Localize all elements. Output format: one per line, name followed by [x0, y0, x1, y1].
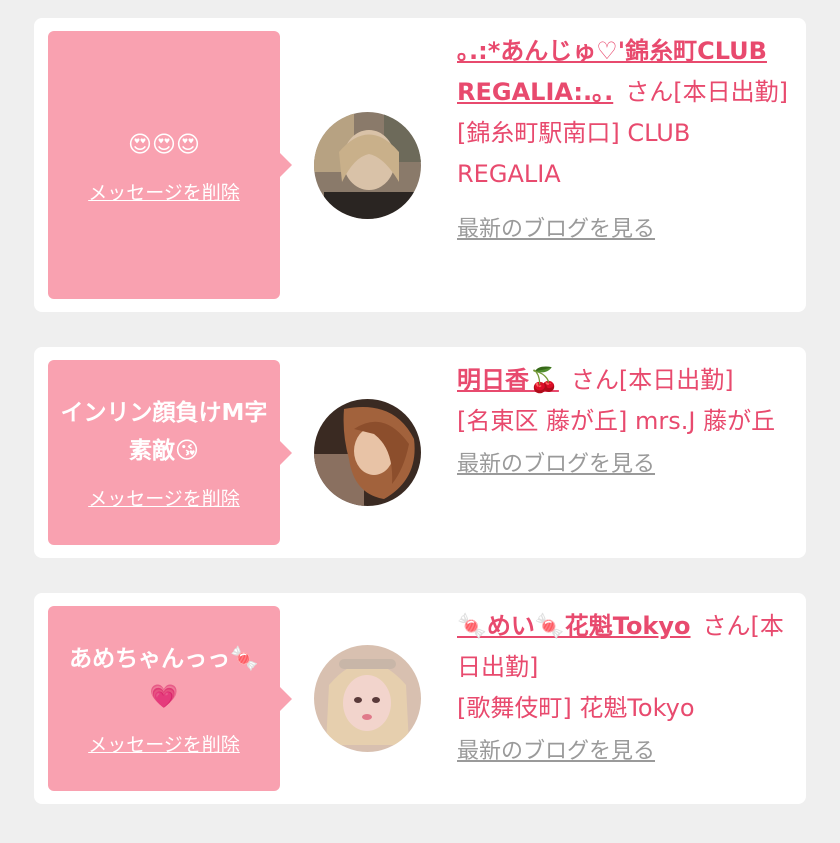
avatar[interactable]: [314, 645, 421, 752]
delete-message-link[interactable]: メッセージを削除: [88, 730, 240, 757]
latest-blog-link[interactable]: 最新のブログを見る: [457, 444, 655, 485]
message-text: インリン顔負けM字素敵😘: [60, 400, 268, 464]
message-card: 😍😍😍 メッセージを削除 ｡.:*あんじゅ♡'錦糸町CLUB REGALIA:.…: [34, 18, 806, 312]
delete-message-link[interactable]: メッセージを削除: [88, 178, 240, 205]
sender-info: ｡.:*あんじゅ♡'錦糸町CLUB REGALIA:.｡. さん[本日出勤] [錦…: [457, 31, 797, 250]
message-text: あめちゃんっっ🍬💗: [69, 646, 259, 710]
avatar[interactable]: [314, 112, 421, 219]
message-card: あめちゃんっっ🍬💗 メッセージを削除 🍬めい🍬花魁Tokyo さん[本日出勤] […: [34, 593, 806, 804]
message-bubble: あめちゃんっっ🍬💗 メッセージを削除: [48, 606, 292, 791]
honorific: さん: [570, 366, 619, 394]
sender-info: 🍬めい🍬花魁Tokyo さん[本日出勤] [歌舞伎町] 花魁Tokyo 最新のブロ…: [457, 606, 797, 772]
work-status: [本日出勤]: [618, 366, 734, 394]
work-status: [本日出勤]: [673, 78, 788, 106]
latest-blog-link[interactable]: 最新のブログを見る: [457, 209, 655, 250]
honorific: さん: [625, 78, 674, 106]
avatar[interactable]: [314, 399, 421, 506]
latest-blog-link[interactable]: 最新のブログを見る: [457, 731, 655, 772]
honorific: さん: [702, 612, 751, 640]
shop-location: [錦糸町駅南口] CLUB REGALIA: [457, 119, 691, 188]
delete-message-link[interactable]: メッセージを削除: [88, 484, 240, 511]
shop-location: [名東区 藤が丘] mrs.J 藤が丘: [457, 407, 776, 435]
sender-name-link[interactable]: 🍬めい🍬花魁Tokyo: [457, 612, 691, 640]
sender-name-link[interactable]: 明日香🍒: [457, 366, 559, 394]
shop-location: [歌舞伎町] 花魁Tokyo: [457, 694, 695, 722]
message-bubble: インリン顔負けM字素敵😘 メッセージを削除: [48, 360, 292, 545]
message-card: インリン顔負けM字素敵😘 メッセージを削除 明日香🍒 さん[本日出勤] [名東区 …: [34, 347, 806, 558]
message-bubble: 😍😍😍 メッセージを削除: [48, 31, 292, 299]
sender-info: 明日香🍒 さん[本日出勤] [名東区 藤が丘] mrs.J 藤が丘 最新のブログを…: [457, 360, 797, 485]
message-list: 😍😍😍 メッセージを削除 ｡.:*あんじゅ♡'錦糸町CLUB REGALIA:.…: [34, 18, 806, 839]
message-text: 😍😍😍: [128, 131, 200, 158]
